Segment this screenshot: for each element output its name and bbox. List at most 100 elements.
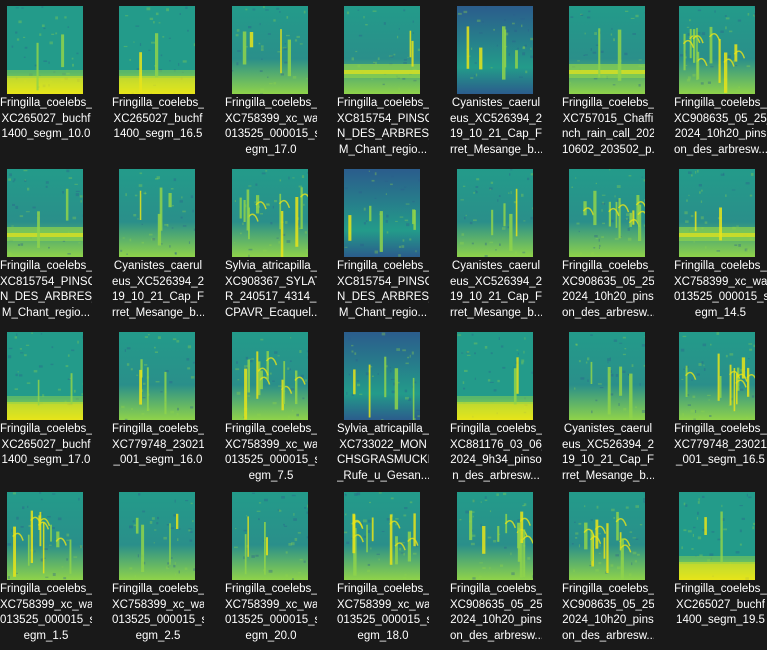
file-tile[interactable]: Cyanistes_caerul eus_XC526394_20 19_10_21_… — [450, 0, 560, 160]
spectrogram-graphic — [679, 492, 755, 580]
file-name-label: Cyanistes_caerul eus_XC526394_20 19_10_21_… — [450, 259, 542, 321]
spectrogram-graphic — [119, 492, 195, 580]
file-name-line: Cyanistes_caerul — [451, 97, 541, 109]
file-name-line: XC758399_xc_wa — [674, 275, 767, 288]
file-tile[interactable]: Sylvia_atricapilla_ XC733022_MON CHSGRASMU… — [337, 326, 447, 486]
file-tile[interactable]: Fringilla_coelebs_ XC815754_PINSO N_DES_AR… — [337, 0, 447, 160]
file-name-line: XC881176_03_06_ — [450, 438, 542, 451]
spectrogram-graphic — [344, 492, 420, 580]
file-tile[interactable]: Fringilla_coelebs_ XC779748_230211 _001_se… — [674, 326, 767, 486]
file-tile[interactable]: Fringilla_coelebs_ XC265027_buchf 1400_seg… — [112, 0, 222, 160]
file-tile[interactable]: Cyanistes_caerul eus_XC526394_20 19_10_21_… — [562, 326, 672, 486]
file-name-label: Fringilla_coelebs_ XC881176_03_06_ 2024_9h… — [450, 422, 542, 484]
file-name-line: 1400_segm_10.0 — [1, 128, 91, 140]
file-tile[interactable]: Fringilla_coelebs_ XC758399_xc_wa 013525_0… — [225, 326, 335, 486]
spectrogram-graphic — [457, 6, 533, 94]
file-tile[interactable]: Fringilla_coelebs_ XC758399_xc_wa 013525_0… — [225, 486, 335, 646]
file-name-label: Fringilla_coelebs_ XC265027_buchf 1400_seg… — [0, 96, 92, 143]
file-name-line: XC265027_buchf — [676, 598, 765, 611]
spectrogram-graphic — [7, 492, 83, 580]
spectrogram-image-thumbnail[interactable] — [344, 169, 420, 257]
file-tile[interactable]: Fringilla_coelebs_ XC758399_xc_wa 013525_0… — [674, 163, 767, 323]
file-name-line: XC758399_xc_wa — [225, 438, 317, 451]
spectrogram-image-thumbnail[interactable] — [232, 492, 308, 580]
spectrogram-image-thumbnail[interactable] — [457, 332, 533, 420]
file-tile[interactable]: Fringilla_coelebs_ XC908635_05_25_ 2024_10… — [450, 486, 560, 646]
spectrogram-image-thumbnail[interactable] — [569, 492, 645, 580]
spectrogram-image-thumbnail[interactable] — [7, 492, 83, 580]
spectrogram-image-thumbnail[interactable] — [7, 169, 83, 257]
file-tile[interactable]: Cyanistes_caerul eus_XC526394_20 19_10_21_… — [112, 163, 222, 323]
spectrogram-image-thumbnail[interactable] — [679, 169, 755, 257]
spectrogram-image-thumbnail[interactable] — [457, 6, 533, 94]
file-name-line: 013525_000015_s — [112, 614, 204, 626]
file-name-line: XC779748_230211 — [674, 438, 767, 451]
spectrogram-image-thumbnail[interactable] — [457, 169, 533, 257]
file-name-line: Fringilla_coelebs_ — [562, 583, 654, 595]
spectrogram-image-thumbnail[interactable] — [119, 169, 195, 257]
spectrogram-image-thumbnail[interactable] — [679, 332, 755, 420]
file-name-line: Fringilla_coelebs_ — [450, 423, 542, 435]
file-name-label: Sylvia_atricapilla_ XC908367_SYLAT R_24051… — [225, 259, 317, 321]
file-tile[interactable]: Fringilla_coelebs_ XC758399_xc_wa 013525_0… — [112, 486, 222, 646]
file-name-label: Cyanistes_caerul eus_XC526394_20 19_10_21_… — [112, 259, 204, 321]
file-name-line: Fringilla_coelebs_ — [0, 260, 92, 272]
spectrogram-image-thumbnail[interactable] — [119, 6, 195, 94]
spectrogram-image-thumbnail[interactable] — [344, 6, 420, 94]
file-name-line: 2024_10h20_pins — [562, 291, 654, 303]
spectrogram-image-thumbnail[interactable] — [679, 6, 755, 94]
file-tile[interactable]: Fringilla_coelebs_ XC265027_buchf 1400_seg… — [0, 0, 110, 160]
file-name-line: XC265027_buchf — [1, 112, 91, 125]
spectrogram-image-thumbnail[interactable] — [232, 332, 308, 420]
spectrogram-image-thumbnail[interactable] — [679, 492, 755, 580]
file-thumbnail-grid: Fringilla_coelebs_ XC265027_buchf 1400_seg… — [0, 0, 767, 650]
file-tile[interactable]: Fringilla_coelebs_ XC815754_PINSO N_DES_AR… — [337, 163, 447, 323]
file-tile[interactable]: Fringilla_coelebs_ XC758399_xc_wa 013525_0… — [337, 486, 447, 646]
file-tile[interactable]: Fringilla_coelebs_ XC757015_Chaffi nch_rai… — [562, 0, 672, 160]
file-name-line: XC265027_buchf — [113, 112, 203, 125]
file-tile[interactable]: Cyanistes_caerul eus_XC526394_20 19_10_21_… — [450, 163, 560, 323]
file-name-line: Cyanistes_caerul — [113, 260, 203, 272]
file-name-line: XC265027_buchf — [1, 438, 91, 451]
file-tile[interactable]: Fringilla_coelebs_ XC758399_xc_wa 013525_0… — [225, 0, 335, 160]
file-name-label: Fringilla_coelebs_ XC908635_05_25_ 2024_10… — [450, 582, 542, 644]
spectrogram-image-thumbnail[interactable] — [457, 492, 533, 580]
file-name-line: XC758399_xc_wa — [0, 598, 92, 611]
file-tile[interactable]: Fringilla_coelebs_ XC908635_05_25_ 2024_10… — [674, 0, 767, 160]
file-name-label: Fringilla_coelebs_ XC758399_xc_wa 013525_0… — [112, 582, 204, 644]
spectrogram-image-thumbnail[interactable] — [344, 492, 420, 580]
file-tile[interactable]: Fringilla_coelebs_ XC815754_PINSO N_DES_AR… — [0, 163, 110, 323]
spectrogram-graphic — [232, 332, 308, 420]
file-name-line: egm_14.5 — [694, 306, 747, 319]
file-tile[interactable]: Fringilla_coelebs_ XC758399_xc_wa 013525_0… — [0, 486, 110, 646]
file-name-line: XC779748_230211 — [112, 438, 204, 451]
spectrogram-image-thumbnail[interactable] — [232, 6, 308, 94]
spectrogram-image-thumbnail[interactable] — [119, 332, 195, 420]
file-name-line: 013525_000015_s — [337, 614, 429, 626]
spectrogram-image-thumbnail[interactable] — [232, 169, 308, 257]
file-tile[interactable]: Fringilla_coelebs_ XC908635_05_25_ 2024_10… — [562, 163, 672, 323]
file-name-line: eus_XC526394_20 — [562, 438, 654, 451]
file-tile[interactable]: Sylvia_atricapilla_ XC908367_SYLAT R_24051… — [225, 163, 335, 323]
file-tile[interactable]: Fringilla_coelebs_ XC265027_buchf 1400_seg… — [674, 486, 767, 646]
file-name-line: CPAVR_Ecaquel... — [225, 306, 317, 319]
spectrogram-image-thumbnail[interactable] — [119, 492, 195, 580]
file-tile[interactable]: Fringilla_coelebs_ XC265027_buchf 1400_seg… — [0, 326, 110, 486]
file-tile[interactable]: Fringilla_coelebs_ XC779748_230211 _001_se… — [112, 326, 222, 486]
file-name-line: Fringilla_coelebs_ — [450, 583, 542, 595]
file-name-label: Cyanistes_caerul eus_XC526394_20 19_10_21_… — [450, 96, 542, 158]
file-tile[interactable]: Fringilla_coelebs_ XC908635_05_25_ 2024_10… — [562, 486, 672, 646]
spectrogram-image-thumbnail[interactable] — [7, 332, 83, 420]
spectrogram-image-thumbnail[interactable] — [569, 6, 645, 94]
file-name-line: eus_XC526394_20 — [112, 275, 204, 288]
spectrogram-graphic — [569, 492, 645, 580]
file-name-line: XC908635_05_25_ — [450, 598, 542, 611]
file-tile[interactable]: Fringilla_coelebs_ XC881176_03_06_ 2024_9h… — [450, 326, 560, 486]
spectrogram-image-thumbnail[interactable] — [344, 332, 420, 420]
file-name-line: 19_10_21_Cap_Fe — [450, 291, 542, 303]
spectrogram-image-thumbnail[interactable] — [569, 332, 645, 420]
file-name-line: Fringilla_coelebs_ — [225, 583, 317, 595]
spectrogram-image-thumbnail[interactable] — [569, 169, 645, 257]
file-name-line: Fringilla_coelebs_ — [112, 583, 204, 595]
spectrogram-image-thumbnail[interactable] — [7, 6, 83, 94]
